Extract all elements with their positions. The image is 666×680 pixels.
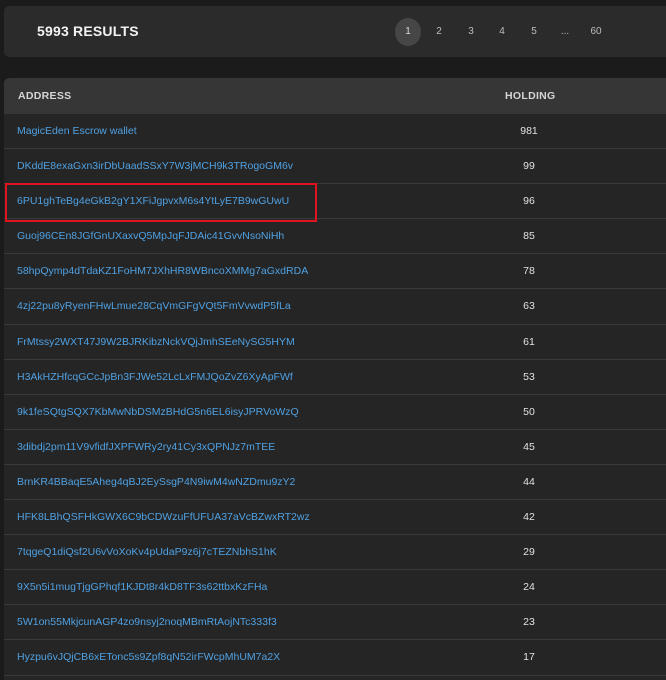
table-header: ADDRESS HOLDING bbox=[4, 78, 666, 114]
table-row: 3dibdj2pm11V9vfidfJXPFWRy2ry41Cy3xQPNJz7… bbox=[4, 430, 666, 465]
address-link[interactable]: 7tqgeQ1diQsf2U6vVoXoKv4pUdaP9z6j7cTEZNbh… bbox=[17, 535, 277, 569]
address-link[interactable]: FrMtssy2WXT47J9W2BJRKibzNckVQjJmhSEeNySG… bbox=[17, 325, 295, 359]
table-row: BrnKR4BBaqE5Aheg4qBJ2EySsgP4N9iwM4wNZDmu… bbox=[4, 465, 666, 501]
page-button-3[interactable]: 3 bbox=[458, 18, 484, 46]
table-row: H3AkHZHfcqGCcJpBn3FJWe52LcLxFMJQoZvZ6XyA… bbox=[4, 360, 666, 395]
results-bar: 5993 RESULTS 1 2 3 4 5 ... 60 bbox=[4, 6, 666, 57]
holding-value: 24 bbox=[523, 581, 535, 594]
address-link[interactable]: DKddE8exaGxn3irDbUaadSSxY7W3jMCH9k3TRogo… bbox=[17, 149, 293, 183]
column-header-address[interactable]: ADDRESS bbox=[18, 78, 71, 114]
table-row: FrMtssy2WXT47J9W2BJRKibzNckVQjJmhSEeNySG… bbox=[4, 325, 666, 360]
address-link[interactable]: H3AkHZHfcqGCcJpBn3FJWe52LcLxFMJQoZvZ6XyA… bbox=[17, 360, 293, 394]
table-row: DKddE8exaGxn3irDbUaadSSxY7W3jMCH9k3TRogo… bbox=[4, 149, 666, 185]
holding-value: 23 bbox=[523, 616, 535, 629]
holding-value: 85 bbox=[523, 230, 535, 243]
results-count: 5993 RESULTS bbox=[37, 23, 139, 39]
address-link[interactable]: HFK8LBhQSFHkGWX6C9bCDWzuFfUFUA37aVcBZwxR… bbox=[17, 500, 310, 534]
holding-value: 78 bbox=[523, 265, 535, 278]
holding-value: 42 bbox=[523, 511, 535, 524]
address-link[interactable]: 9k1feSQtgSQX7KbMwNbDSMzBHdG5n6EL6isyJPRV… bbox=[17, 395, 299, 429]
table-row: 5W1on55MkjcunAGP4zo9nsyj2noqMBmRtAojNTc3… bbox=[4, 605, 666, 641]
table-row: MagicEden Escrow wallet 981 bbox=[4, 114, 666, 150]
address-link[interactable]: 5W1on55MkjcunAGP4zo9nsyj2noqMBmRtAojNTc3… bbox=[17, 605, 277, 639]
table-row: 9X5n5i1mugTjgGPhqf1KJDt8r4kD8TF3s62ttbxK… bbox=[4, 570, 666, 606]
table-row: 58hpQymp4dTdaKZ1FoHM7JXhHR8WBncoXMMg7aGx… bbox=[4, 254, 666, 290]
page-button-1[interactable]: 1 bbox=[395, 18, 421, 46]
holding-value: 45 bbox=[523, 440, 535, 453]
table-body: MagicEden Escrow wallet 981 DKddE8exaGxn3i… bbox=[4, 114, 666, 676]
address-link[interactable]: Guoj96CEn8JGfGnUXaxvQ5MpJqFJDAic41GvvNso… bbox=[17, 219, 284, 253]
address-link[interactable]: 4zj22pu8yRyenFHwLmue28CqVmGFgVQt5FmVvwdP… bbox=[17, 289, 291, 323]
table-row: 4zj22pu8yRyenFHwLmue28CqVmGFgVQt5FmVvwdP… bbox=[4, 289, 666, 325]
holders-table: ADDRESS HOLDING MagicEden Escrow wallet 9… bbox=[4, 78, 666, 680]
address-link[interactable]: MagicEden Escrow wallet bbox=[17, 114, 137, 148]
holding-value: 29 bbox=[523, 546, 535, 559]
holding-value: 96 bbox=[523, 195, 535, 208]
table-row: 6PU1ghTeBg4eGkB2gY1XFiJgpvxM6s4YtLyE7B9w… bbox=[4, 184, 666, 220]
table-row: Hyzpu6vJQjCB6xETonc5s9Zpf8qN52irFWcpMhUM… bbox=[4, 640, 666, 676]
holding-value: 44 bbox=[523, 475, 535, 488]
address-link[interactable]: Hyzpu6vJQjCB6xETonc5s9Zpf8qN52irFWcpMhUM… bbox=[17, 640, 280, 674]
page-button-last[interactable]: 60 bbox=[583, 18, 609, 46]
address-link[interactable]: 58hpQymp4dTdaKZ1FoHM7JXhHR8WBncoXMMg7aGx… bbox=[17, 254, 308, 288]
holding-value: 61 bbox=[523, 335, 535, 348]
address-link[interactable]: 6PU1ghTeBg4eGkB2gY1XFiJgpvxM6s4YtLyE7B9w… bbox=[17, 184, 289, 218]
holding-value: 50 bbox=[523, 405, 535, 418]
table-row: 9k1feSQtgSQX7KbMwNbDSMzBHdG5n6EL6isyJPRV… bbox=[4, 395, 666, 430]
address-link[interactable]: 9X5n5i1mugTjgGPhqf1KJDt8r4kD8TF3s62ttbxK… bbox=[17, 570, 267, 604]
column-header-holding[interactable]: HOLDING bbox=[505, 78, 556, 114]
table-row: Guoj96CEn8JGfGnUXaxvQ5MpJqFJDAic41GvvNso… bbox=[4, 219, 666, 255]
page-button-4[interactable]: 4 bbox=[489, 18, 515, 46]
address-link[interactable]: 3dibdj2pm11V9vfidfJXPFWRy2ry41Cy3xQPNJz7… bbox=[17, 430, 275, 464]
holding-value: 17 bbox=[523, 651, 535, 664]
holding-value: 99 bbox=[523, 160, 535, 173]
page-ellipsis: ... bbox=[560, 26, 570, 37]
table-row: HFK8LBhQSFHkGWX6C9bCDWzuFfUFUA37aVcBZwxR… bbox=[4, 500, 666, 536]
table-row: 7tqgeQ1diQsf2U6vVoXoKv4pUdaP9z6j7cTEZNbh… bbox=[4, 535, 666, 571]
holding-value: 53 bbox=[523, 370, 535, 383]
page-button-2[interactable]: 2 bbox=[426, 18, 452, 46]
holding-value: 981 bbox=[520, 125, 538, 137]
page-button-5[interactable]: 5 bbox=[521, 18, 547, 46]
address-link[interactable]: BrnKR4BBaqE5Aheg4qBJ2EySsgP4N9iwM4wNZDmu… bbox=[17, 465, 295, 499]
holding-value: 63 bbox=[523, 300, 535, 313]
